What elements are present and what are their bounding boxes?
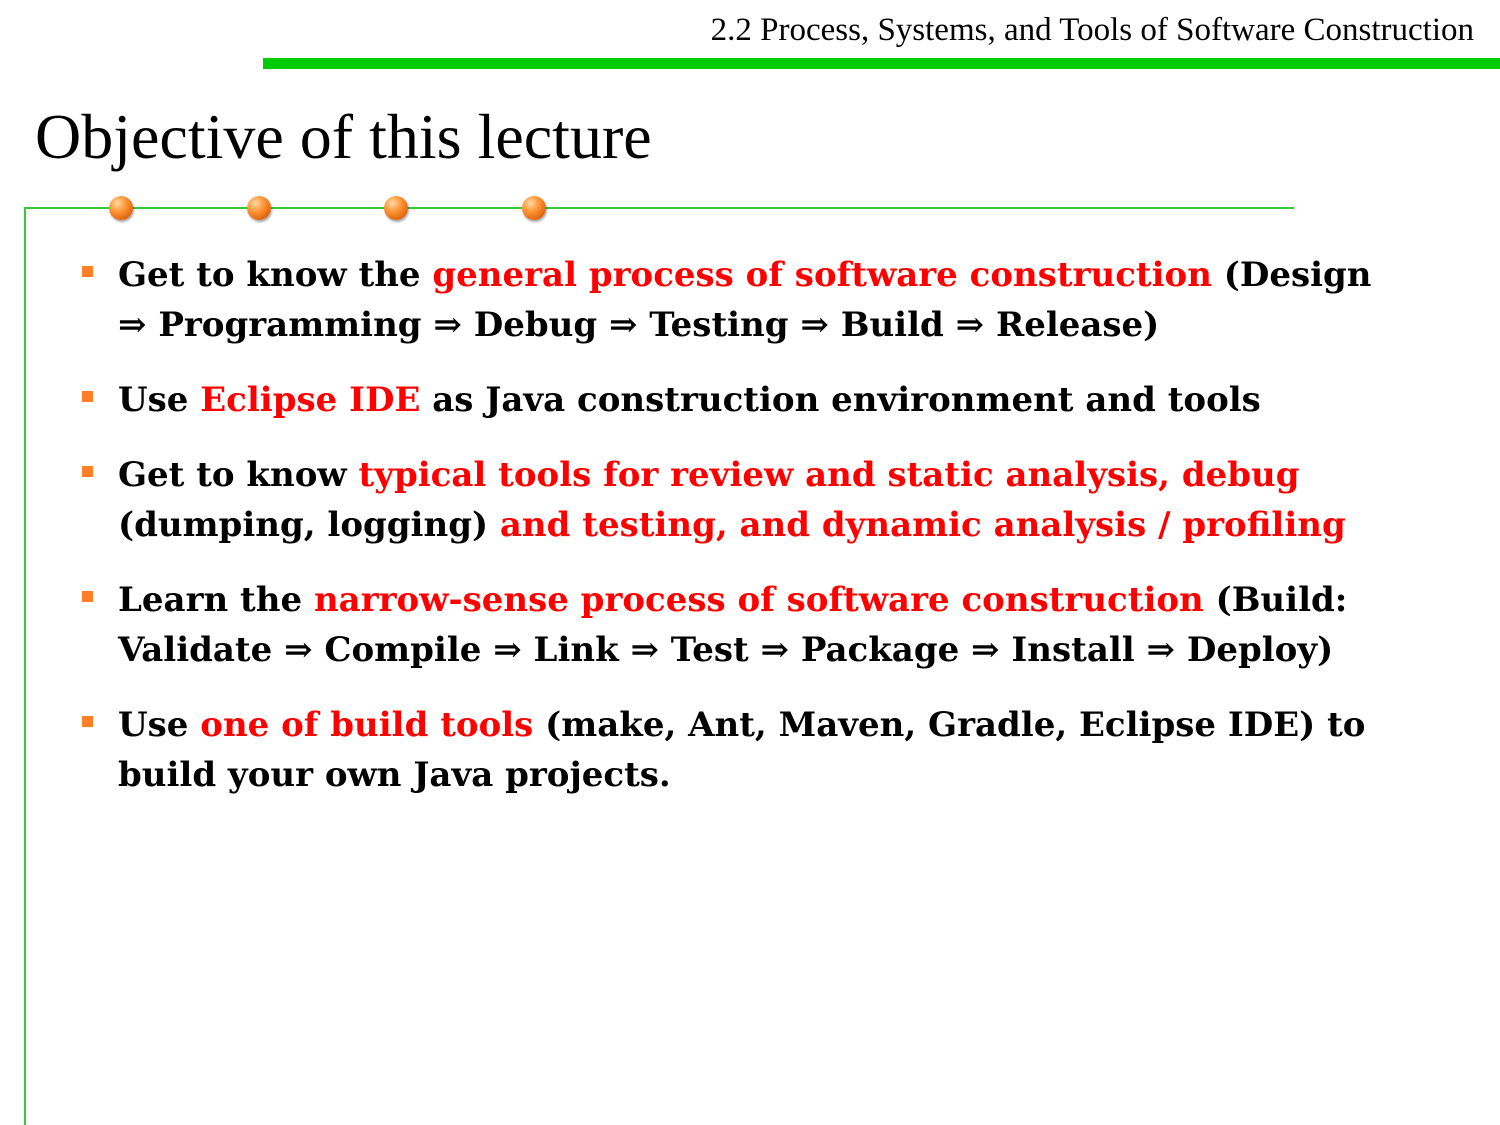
bullet-text: Use <box>118 705 201 745</box>
decorative-dot-1 <box>109 196 133 220</box>
bullet-highlight: narrow-sense process of software constru… <box>313 580 1204 620</box>
decorative-dot-3 <box>384 196 408 220</box>
header-accent-bar <box>263 58 1500 69</box>
decorative-dot-2 <box>247 196 271 220</box>
decorative-dot-4 <box>522 196 546 220</box>
list-item: Get to know typical tools for review and… <box>82 450 1382 550</box>
bullet-square-icon <box>82 466 93 477</box>
bullet-highlight: typical tools for review and static anal… <box>358 455 1300 495</box>
objective-list: Get to know the general process of softw… <box>82 250 1382 825</box>
bullet-square-icon <box>82 716 93 727</box>
bullet-text: Use <box>118 380 201 420</box>
bullet-square-icon <box>82 266 93 277</box>
bullet-text: Get to know the <box>118 255 433 295</box>
bullet-highlight: Eclipse IDE <box>200 380 421 420</box>
bullet-highlight: one of build tools <box>200 705 534 745</box>
bullet-text: Get to know <box>118 455 359 495</box>
bullet-highlight: general process of software construction <box>432 255 1212 295</box>
bullet-text: (dumping, logging) <box>118 505 500 545</box>
frame-left-line <box>24 207 26 1125</box>
list-item: Use one of build tools (make, Ant, Maven… <box>82 700 1382 800</box>
list-item: Get to know the general process of softw… <box>82 250 1382 350</box>
list-item: Use Eclipse IDE as Java construction env… <box>82 375 1382 425</box>
frame-top-line <box>24 207 1294 209</box>
list-item: Learn the narrow-sense process of softwa… <box>82 575 1382 675</box>
bullet-highlight: and testing, and dynamic analysis / prof… <box>499 505 1346 545</box>
bullet-square-icon <box>82 391 93 402</box>
bullet-text: Learn the <box>118 580 314 620</box>
slide-title: Objective of this lecture <box>35 101 652 172</box>
bullet-square-icon <box>82 591 93 602</box>
bullet-text: as Java construction environment and too… <box>420 380 1261 420</box>
section-title: 2.2 Process, Systems, and Tools of Softw… <box>710 12 1474 48</box>
